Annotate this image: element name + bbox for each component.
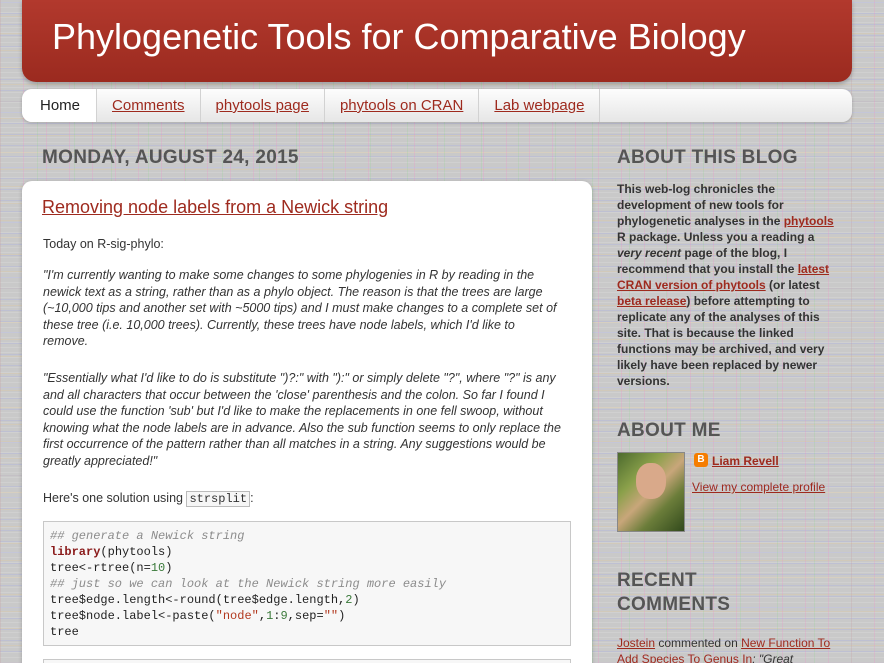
code-text: ) <box>165 561 173 575</box>
recent-comments-heading: RECENT COMMENTS <box>617 569 730 617</box>
code-comment: ## just so we can look at the Newick str… <box>50 577 447 591</box>
post-quote-2: "Essentially what I'd like to do is subs… <box>43 371 561 468</box>
code-comment: ## generate a Newick string <box>50 529 245 543</box>
code-string: "node" <box>215 609 259 623</box>
profile-link-row: View my complete profile <box>692 479 872 495</box>
comment-text: commented on <box>655 636 742 650</box>
tab-comments[interactable]: Comments <box>97 89 201 122</box>
code-text: tree <box>50 625 79 639</box>
profile-photo[interactable] <box>617 452 685 532</box>
phytools-link[interactable]: phytools <box>784 214 834 228</box>
code-keyword: library <box>50 545 101 559</box>
blog-post: Removing node labels from a Newick strin… <box>22 181 592 663</box>
solution-prefix: Here's one solution using <box>43 491 187 505</box>
comment-author-link[interactable]: Jostein <box>617 636 655 650</box>
about-blog-heading: ABOUT THIS BLOG <box>617 147 798 168</box>
code-string: "" <box>323 609 339 623</box>
blog-header: Phylogenetic Tools for Comparative Biolo… <box>22 0 852 82</box>
page-tabs: Home Comments phytools page phytools on … <box>22 89 852 122</box>
code-text: (phytools) <box>100 545 173 559</box>
recent-heading-line1: RECENT <box>617 570 697 591</box>
code-text: tree$node.label<-paste( <box>50 609 216 623</box>
inline-code-strsplit: strsplit <box>186 491 251 507</box>
tab-phytools-page[interactable]: phytools page <box>201 89 325 122</box>
solution-suffix: : <box>250 491 254 505</box>
about-text: (or latest <box>765 278 820 292</box>
code-number: 10 <box>150 561 166 575</box>
post-quote-1: "I'm currently wanting to make some chan… <box>43 268 557 348</box>
blogger-icon: B <box>694 453 708 467</box>
recent-comment-item: Jostein commented on New Function To Add… <box>617 635 847 663</box>
code-text: tree$edge.length<-round(tree$edge.length… <box>50 593 346 607</box>
profile-name-row: Liam Revell <box>712 453 862 469</box>
code-number: 9 <box>280 609 288 623</box>
about-me-heading: ABOUT ME <box>617 420 721 441</box>
profile-name-link[interactable]: Liam Revell <box>712 454 779 468</box>
code-text: ,sep= <box>287 609 324 623</box>
recent-heading-line2: COMMENTS <box>617 594 731 615</box>
code-text: , <box>258 609 267 623</box>
post-intro: Today on R-sig-phylo: <box>43 237 164 251</box>
blog-title[interactable]: Phylogenetic Tools for Comparative Biolo… <box>52 16 746 58</box>
about-text: This web-log chronicles the development … <box>617 182 784 228</box>
post-solution-line: Here's one solution using strsplit: <box>43 490 563 508</box>
code-text: ) <box>352 593 360 607</box>
tab-home[interactable]: Home <box>22 89 98 122</box>
about-blog-text: This web-log chronicles the development … <box>617 181 835 389</box>
tab-lab-webpage[interactable]: Lab webpage <box>479 89 601 122</box>
tab-phytools-on-cran[interactable]: phytools on CRAN <box>325 89 480 122</box>
post-title-link[interactable]: Removing node labels from a Newick strin… <box>42 197 388 218</box>
about-text: ) before attempting to replicate any of … <box>617 294 825 388</box>
code-block-2 <box>43 659 571 663</box>
code-text: ) <box>338 609 346 623</box>
code-text: tree<-rtree(n= <box>50 561 151 575</box>
code-block: ## generate a Newick string library(phyt… <box>43 521 571 646</box>
about-text: R package. Unless you a reading a <box>617 230 815 244</box>
about-emphasis: very recent <box>617 246 682 260</box>
comment-snippet: : "Great <box>752 652 794 663</box>
post-date: MONDAY, AUGUST 24, 2015 <box>42 147 299 168</box>
beta-release-link[interactable]: beta release <box>617 294 686 308</box>
view-profile-link[interactable]: View my complete profile <box>692 480 825 494</box>
